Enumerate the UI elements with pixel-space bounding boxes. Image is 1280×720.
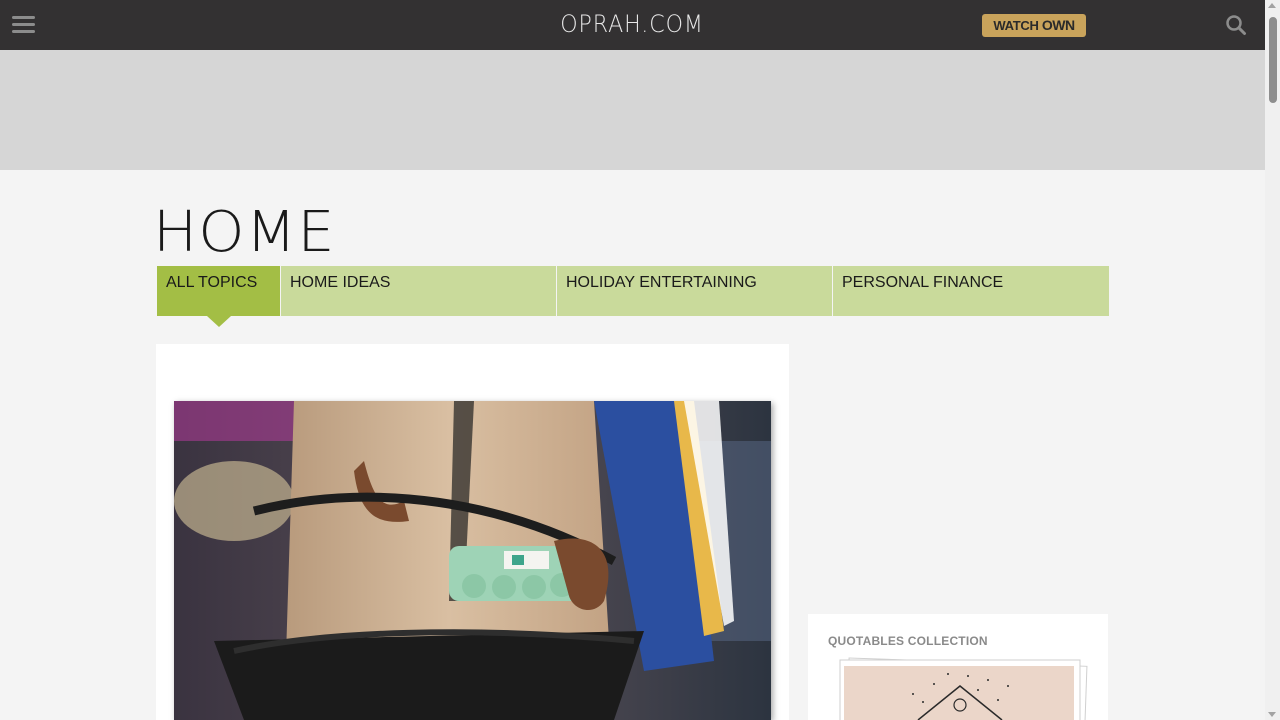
search-icon[interactable] — [1225, 14, 1247, 36]
own-brand-label: OWN — [1041, 17, 1075, 33]
quotables-collection-card: QUOTABLES COLLECTION — [808, 614, 1108, 720]
featured-article-card — [156, 344, 789, 720]
top-navigation-bar: OPRAH.COM WATCH OWN — [0, 0, 1265, 50]
scroll-down-arrow-icon[interactable] — [1268, 712, 1276, 717]
advertisement-banner — [0, 50, 1265, 170]
scroll-up-arrow-icon[interactable] — [1268, 3, 1276, 8]
tab-all-topics[interactable]: ALL TOPICS — [157, 266, 281, 327]
page-title: HOME — [153, 200, 336, 265]
tab-holiday-entertaining[interactable]: HOLIDAY ENTERTAINING — [557, 266, 833, 316]
tab-home-ideas[interactable]: HOME IDEAS — [281, 266, 557, 316]
tab-personal-finance[interactable]: PERSONAL FINANCE — [833, 266, 1109, 316]
watch-own-button[interactable]: WATCH OWN — [982, 14, 1086, 37]
quotables-collection-title: QUOTABLES COLLECTION — [828, 634, 988, 648]
quotables-collection-thumbnail[interactable] — [838, 656, 1088, 720]
watch-label: WATCH — [993, 18, 1039, 33]
featured-article-image[interactable] — [174, 401, 771, 720]
vertical-scrollbar[interactable] — [1265, 0, 1280, 720]
topic-tabs: ALL TOPICS HOME IDEAS HOLIDAY ENTERTAINI… — [157, 266, 1109, 327]
scrollbar-thumb[interactable] — [1269, 17, 1277, 103]
